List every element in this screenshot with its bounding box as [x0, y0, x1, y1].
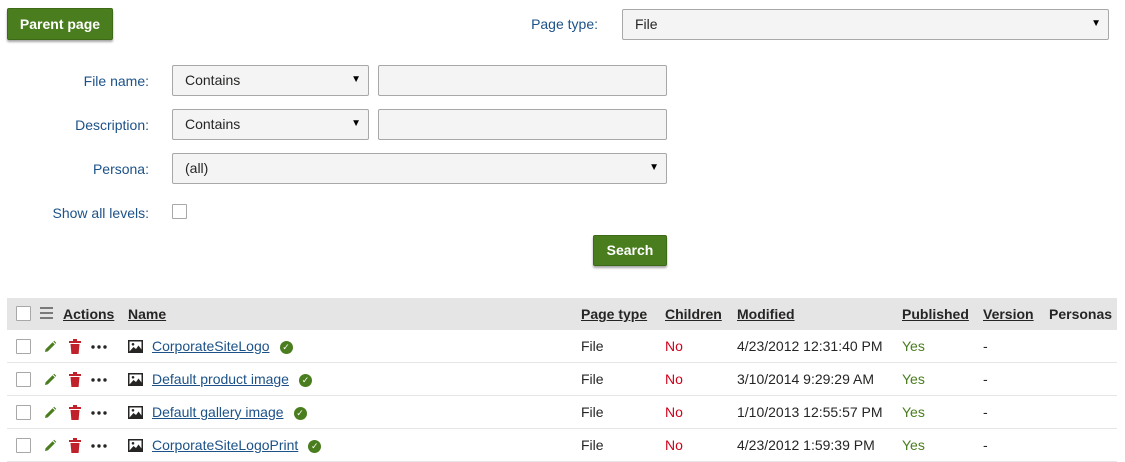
name-cell: Default product image ✓ — [152, 363, 312, 396]
description-operator-select[interactable]: Contains ▼ — [172, 109, 369, 140]
row-published: Yes — [902, 437, 925, 453]
column-modified[interactable]: Modified — [737, 298, 795, 330]
menu-lines-icon[interactable] — [40, 307, 53, 319]
row-page-type: File — [581, 404, 604, 420]
ellipsis-icon[interactable] — [91, 378, 107, 382]
pencil-icon[interactable] — [43, 406, 57, 420]
column-children[interactable]: Children — [665, 298, 722, 330]
file-name-operator-select[interactable]: Contains ▼ — [172, 65, 369, 96]
row-page-type: File — [581, 437, 604, 453]
row-version: - — [983, 437, 988, 453]
persona-label: Persona: — [92, 161, 149, 177]
caret-down-icon: ▼ — [351, 118, 361, 129]
column-version[interactable]: Version — [983, 298, 1034, 330]
row-name-link[interactable]: CorporateSiteLogo — [152, 338, 270, 354]
caret-down-icon: ▼ — [1091, 18, 1101, 29]
column-published[interactable]: Published — [902, 298, 969, 330]
row-published: Yes — [902, 371, 925, 387]
pencil-icon[interactable] — [43, 373, 57, 387]
row-page-type: File — [581, 371, 604, 387]
row-published: Yes — [902, 338, 925, 354]
row-name-link[interactable]: Default gallery image — [152, 404, 284, 420]
column-page-type[interactable]: Page type — [581, 298, 647, 330]
row-select-checkbox[interactable] — [16, 339, 31, 354]
column-personas: Personas — [1049, 306, 1113, 322]
image-icon — [128, 373, 143, 386]
row-version: - — [983, 338, 988, 354]
select-all-checkbox[interactable] — [16, 306, 31, 321]
name-cell: CorporateSiteLogo ✓ — [152, 330, 293, 363]
trash-icon[interactable] — [69, 438, 81, 453]
description-operator-value: Contains — [185, 116, 241, 132]
search-button[interactable]: Search — [593, 235, 667, 266]
table-row: CorporateSiteLogo ✓ File No 4/23/2012 12:… — [7, 330, 1117, 363]
check-circle-icon: ✓ — [279, 340, 293, 354]
table-row: CorporateSiteLogoPrint ✓ File No 4/23/201… — [7, 429, 1117, 462]
page-type-label: Page type: — [531, 16, 598, 32]
row-children: No — [665, 404, 683, 420]
description-label: Description: — [75, 117, 149, 133]
table-row: Default product image ✓ File No 3/10/2014… — [7, 363, 1117, 396]
row-select-checkbox[interactable] — [16, 372, 31, 387]
persona-value: (all) — [185, 160, 209, 176]
show-all-levels-label: Show all levels: — [52, 205, 150, 221]
check-circle-icon: ✓ — [298, 373, 312, 387]
row-published: Yes — [902, 404, 925, 420]
page-type-select[interactable]: File ▼ — [622, 9, 1109, 40]
ellipsis-icon[interactable] — [91, 444, 107, 448]
row-modified: 4/23/2012 12:31:40 PM — [737, 338, 883, 354]
description-input[interactable] — [378, 109, 667, 140]
trash-icon[interactable] — [69, 372, 81, 387]
ellipsis-icon[interactable] — [91, 345, 107, 349]
file-name-operator-value: Contains — [185, 72, 241, 88]
row-modified: 3/10/2014 9:29:29 AM — [737, 371, 874, 387]
trash-icon[interactable] — [69, 405, 81, 420]
row-children: No — [665, 338, 683, 354]
caret-down-icon: ▼ — [351, 74, 361, 85]
column-name[interactable]: Name — [128, 298, 166, 330]
image-icon — [128, 439, 143, 452]
row-page-type: File — [581, 338, 604, 354]
image-icon — [128, 340, 143, 353]
page-type-value: File — [635, 16, 658, 32]
table-row: Default gallery image ✓ File No 1/10/2013… — [7, 396, 1117, 429]
name-cell: CorporateSiteLogoPrint ✓ — [152, 429, 322, 462]
row-select-checkbox[interactable] — [16, 438, 31, 453]
trash-icon[interactable] — [69, 339, 81, 354]
pencil-icon[interactable] — [43, 439, 57, 453]
row-select-checkbox[interactable] — [16, 405, 31, 420]
file-name-label: File name: — [83, 73, 149, 89]
row-version: - — [983, 404, 988, 420]
show-all-levels-checkbox[interactable] — [172, 204, 187, 219]
row-version: - — [983, 371, 988, 387]
pencil-icon[interactable] — [43, 340, 57, 354]
file-name-input[interactable] — [378, 65, 667, 96]
check-circle-icon: ✓ — [308, 439, 322, 453]
caret-down-icon: ▼ — [649, 162, 659, 173]
grid-header: Actions Name Page type Children Modified… — [7, 298, 1117, 330]
row-modified: 4/23/2012 1:59:39 PM — [737, 437, 875, 453]
row-children: No — [665, 437, 683, 453]
ellipsis-icon[interactable] — [91, 411, 107, 415]
row-modified: 1/10/2013 12:55:57 PM — [737, 404, 883, 420]
column-actions[interactable]: Actions — [63, 298, 114, 330]
row-name-link[interactable]: Default product image — [152, 371, 289, 387]
persona-select[interactable]: (all) ▼ — [172, 153, 667, 184]
parent-page-button[interactable]: Parent page — [7, 8, 113, 40]
image-icon — [128, 406, 143, 419]
check-circle-icon: ✓ — [293, 406, 307, 420]
row-name-link[interactable]: CorporateSiteLogoPrint — [152, 437, 298, 453]
row-children: No — [665, 371, 683, 387]
name-cell: Default gallery image ✓ — [152, 396, 307, 429]
